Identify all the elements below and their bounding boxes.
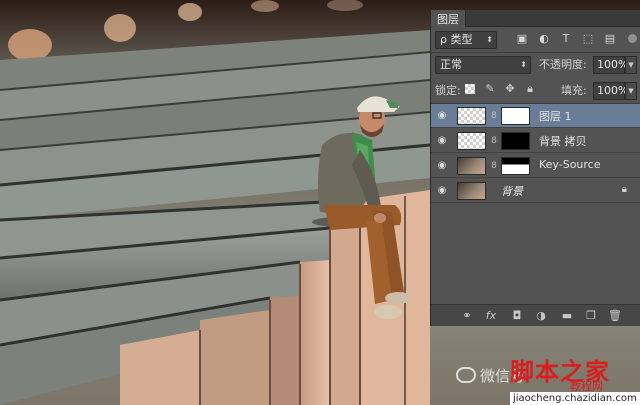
lock-row: 锁定: ✎ ✥ 🔒︎ 填充: 100% ▼ [431,80,640,102]
layer-mask-thumbnail[interactable] [501,107,530,125]
adjustment-layer-icon[interactable]: ◑ [533,309,549,323]
layers-panel-footer: ⚭ fx ◘ ◑ ▬ ❐ 🗑︎ [431,304,640,326]
layer-row-background[interactable]: ◉ 背景 🔒︎ [431,179,640,203]
filter-toggle-icon[interactable] [628,34,637,43]
layer-thumbnail [457,107,486,125]
eye-icon[interactable]: ◉ [435,109,449,123]
blend-mode-label: 正常 [440,58,462,71]
fill-dropdown-icon[interactable]: ▼ [625,82,637,100]
blend-mode-dropdown[interactable]: 正常 ⬍ [435,56,531,74]
lock-image-pixels-icon[interactable]: ✎ [483,82,497,96]
eye-icon[interactable]: ◉ [435,159,449,173]
folder-icon[interactable]: ▬ [559,309,575,323]
layer-name[interactable]: 图层 1 [539,108,572,124]
chevron-updown-icon: ⬍ [486,35,493,44]
fx-icon[interactable]: fx [483,309,499,323]
fill-input[interactable]: 100% [593,82,628,100]
layer-mask-thumbnail[interactable] [501,157,530,175]
url-watermark: jiaocheng.chazidian.com [510,392,640,405]
lock-transparent-pixels-icon[interactable] [465,84,475,94]
lock-label: 锁定: [435,84,461,97]
shape-filter-icon[interactable]: ⬚ [581,32,595,46]
smart-object-filter-icon[interactable]: ▤ [603,32,617,46]
layer-row-key-source[interactable]: ◉ 8 Key-Source [431,154,640,178]
layer-row-bg-copy[interactable]: ◉ 8 背景 拷贝 [431,129,640,153]
trash-icon[interactable]: 🗑︎ [607,309,623,323]
divider [431,52,640,53]
fill-label: 填充: [561,84,587,97]
type-filter-icon[interactable]: T [559,32,573,46]
layer-thumbnail [457,157,486,175]
pixel-filter-icon[interactable]: ▣ [515,32,529,46]
blend-row: 正常 ⬍ 不透明度: 100% ▼ [431,54,640,76]
eye-icon[interactable]: ◉ [435,134,449,148]
chevron-updown-icon: ⬍ [520,60,527,69]
link-icon[interactable]: 8 [490,159,498,173]
layer-name[interactable]: 背景 [501,183,523,199]
wechat-logo-icon [456,367,476,383]
adjustment-filter-icon[interactable]: ◐ [537,32,551,46]
link-icon[interactable]: 8 [490,109,498,123]
opacity-label: 不透明度: [539,58,587,71]
eye-icon[interactable]: ◉ [435,184,449,198]
opacity-dropdown-icon[interactable]: ▼ [625,56,637,74]
layer-name[interactable]: Key-Source [539,158,601,171]
lock-icon: 🔒︎ [621,184,627,195]
filter-kind-dropdown[interactable]: ρ 类型 ⬍ [435,31,497,49]
filter-kind-label: ρ 类型 [440,33,473,46]
new-layer-icon[interactable]: ❐ [583,309,599,323]
lock-position-icon[interactable]: ✥ [503,82,517,96]
layers-panel: 图层 ρ 类型 ⬍ ▣ ◐ T ⬚ ▤ 正常 ⬍ 不透明度: 100% ▼ 锁定… [430,10,640,326]
link-icon[interactable]: 8 [490,134,498,148]
lock-all-icon[interactable]: 🔒︎ [523,82,537,96]
opacity-input[interactable]: 100% [593,56,628,74]
tab-layers[interactable]: 图层 [431,10,466,27]
layer-filter-row: ρ 类型 ⬍ ▣ ◐ T ⬚ ▤ [431,29,640,51]
layer-row-layer1[interactable]: ◉ 8 图层 1 [431,104,640,128]
panel-tabbar: 图层 [431,10,640,27]
layer-thumbnail [457,132,486,150]
layer-mask-thumbnail[interactable] [501,132,530,150]
layer-name[interactable]: 背景 拷贝 [539,133,587,149]
layer-thumbnail [457,182,486,200]
add-mask-icon[interactable]: ◘ [509,309,525,323]
link-layers-icon[interactable]: ⚭ [459,309,475,323]
